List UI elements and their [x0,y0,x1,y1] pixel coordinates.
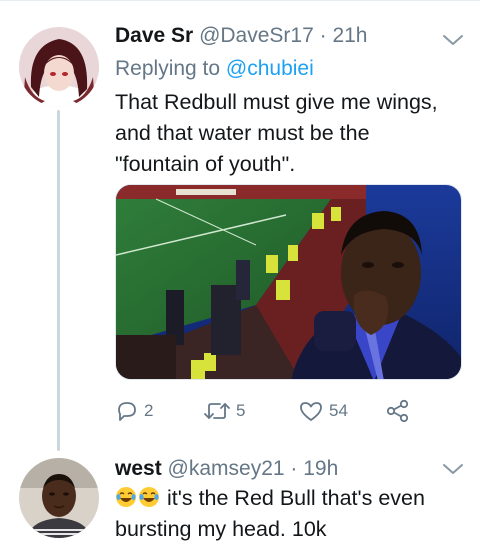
retweet-count: 5 [236,401,246,420]
reply-icon [118,402,136,421]
tweet-header: Dave Sr @DaveSr17 · 21h [115,24,368,48]
share-icon [386,399,409,423]
avatar-image [19,458,99,538]
user-handle[interactable]: @kamsey21 [168,457,285,480]
tweet-header: west @kamsey21 · 19h [115,457,338,481]
tweet-text-line: "fountain of youth". [115,152,296,176]
tweet-actions: 2 5 54 [115,396,435,426]
face-with-tears-of-joy-icon [116,487,136,507]
tweet-thread: Dave Sr @DaveSr17 · 21h Replying to @chu… [0,0,480,551]
tweet-text: That Redbull must give me wings, and tha… [115,87,465,180]
share-button[interactable] [385,396,411,426]
like-count: 54 [329,401,348,420]
reply-count: 2 [144,401,154,420]
heart-icon [300,402,322,421]
separator-dot: · [319,24,327,47]
avatar[interactable] [19,458,99,538]
timestamp[interactable]: 19h [303,457,338,480]
reply-button[interactable]: 2 [115,396,153,426]
avatar[interactable] [19,27,99,107]
display-name[interactable]: Dave Sr [115,24,193,47]
replying-to: Replying to @chubiei [115,57,314,81]
tweet-text-line-content: it's the Red Bull that's even [166,486,425,510]
tweet-text: it's the Red Bull that's even bursting m… [115,483,465,545]
chevron-down-icon[interactable] [440,30,466,50]
like-button[interactable]: 54 [298,396,348,426]
avatar-image [19,27,99,107]
retweet-icon [204,403,230,419]
tweet-text-line: it's the Red Bull that's even [115,483,465,514]
thread-connector-line [57,110,60,451]
tweet-text-line: bursting my head. 10k [115,517,327,541]
replying-prefix: Replying to [115,57,226,80]
tweet-media-photo[interactable] [115,184,462,380]
display-name[interactable]: west [115,457,162,480]
tweet-text-line: That Redbull must give me wings, [115,90,438,114]
chevron-down-icon[interactable] [440,459,466,479]
face-with-tears-of-joy-icon [139,487,159,507]
divider [0,0,480,6]
photo-stadium-fan [116,185,461,379]
retweet-button[interactable]: 5 [203,396,245,426]
separator-dot: · [290,457,298,480]
tweet-text-line: and that water must be the [115,121,370,145]
mention-link[interactable]: @chubiei [226,57,314,80]
user-handle[interactable]: @DaveSr17 [199,24,314,47]
timestamp[interactable]: 21h [332,24,367,47]
